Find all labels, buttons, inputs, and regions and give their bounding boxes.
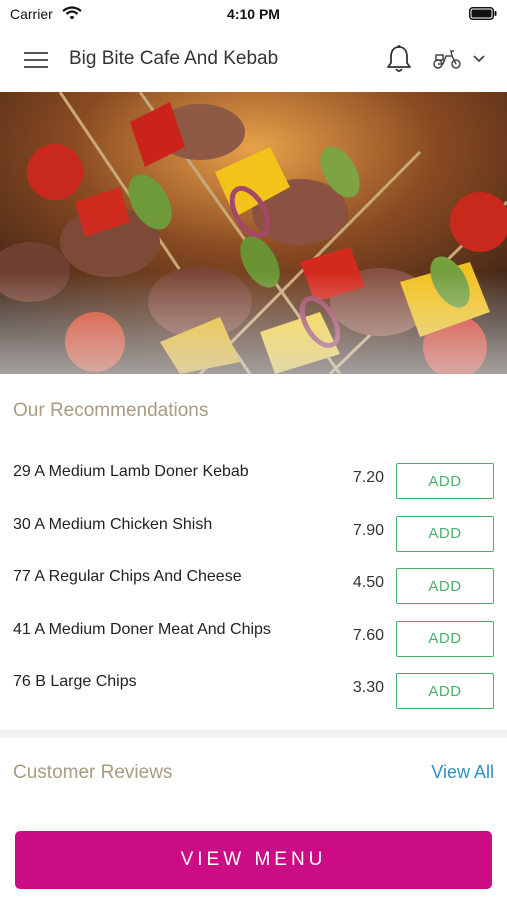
add-button[interactable]: ADD (396, 463, 494, 499)
clock: 4:10 PM (227, 6, 280, 22)
item-name: 76 B Large Chips (13, 673, 137, 690)
menu-icon[interactable] (24, 50, 48, 70)
chevron-down-icon[interactable] (472, 54, 486, 64)
list-item: 76 B Large Chips 3.30 ADD (0, 665, 507, 718)
add-button[interactable]: ADD (396, 673, 494, 709)
scooter-delivery-icon[interactable] (432, 48, 462, 70)
view-menu-button[interactable]: VIEW MENU (15, 831, 492, 889)
section-divider (0, 730, 507, 738)
status-bar: Carrier 4:10 PM (0, 0, 507, 28)
item-price: 7.90 (352, 521, 384, 539)
item-price: 7.20 (352, 469, 384, 486)
item-price: 7.60 (352, 626, 384, 644)
item-name: 29 A Medium Lamb Doner Kebab (13, 463, 249, 480)
bell-icon[interactable] (386, 44, 412, 74)
list-item: 29 A Medium Lamb Doner Kebab 7.20 ADD (0, 455, 507, 508)
add-button[interactable]: ADD (396, 515, 494, 552)
list-item: 77 A Regular Chips And Cheese 4.50 ADD (0, 560, 507, 613)
item-price: 4.50 (352, 574, 384, 591)
hero-image (0, 92, 507, 374)
item-name: 30 A Medium Chicken Shish (13, 515, 213, 533)
add-button[interactable]: ADD (396, 620, 494, 657)
battery-icon (469, 7, 497, 20)
add-button[interactable]: ADD (396, 568, 494, 604)
list-item: 30 A Medium Chicken Shish 7.90 ADD (0, 508, 507, 561)
item-price: 3.30 (352, 679, 384, 696)
app-header: Big Bite Cafe And Kebab (0, 28, 507, 92)
item-name: 77 A Regular Chips And Cheese (13, 568, 242, 585)
restaurant-title: Big Bite Cafe And Kebab (69, 48, 279, 69)
list-item: 41 A Medium Doner Meat And Chips 7.60 AD… (0, 613, 507, 666)
view-all-reviews-link[interactable]: View All (431, 762, 494, 783)
recommendations-list: 29 A Medium Lamb Doner Kebab 7.20 ADD 30… (0, 455, 507, 718)
item-name: 41 A Medium Doner Meat And Chips (13, 620, 271, 638)
recommendations-heading: Our Recommendations (13, 400, 209, 421)
reviews-heading: Customer Reviews (13, 762, 173, 783)
